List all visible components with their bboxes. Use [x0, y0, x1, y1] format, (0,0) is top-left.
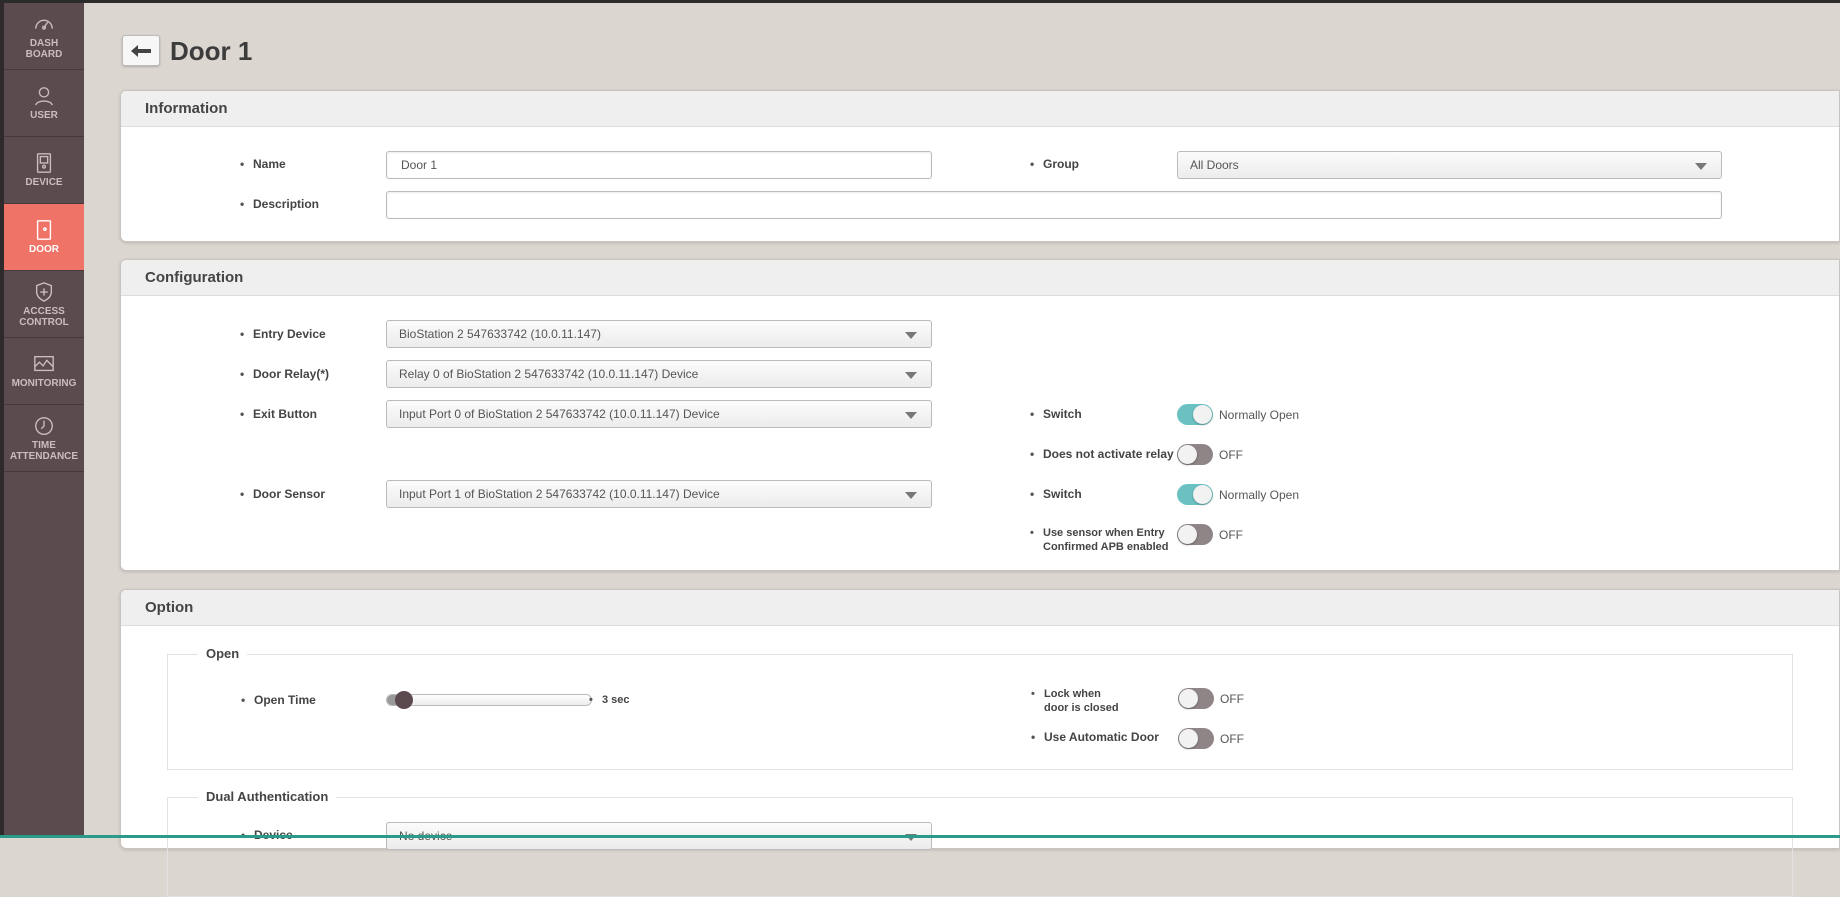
gauge-icon: [35, 19, 53, 30]
door-relay-value: Relay 0 of BioStation 2 547633742 (10.0.…: [399, 367, 699, 381]
entry-device-select[interactable]: BioStation 2 547633742 (10.0.11.147): [386, 320, 932, 348]
entry-device-label: Entry Device: [240, 327, 326, 341]
apb-label-line2: Confirmed APB enabled: [1043, 541, 1169, 553]
information-panel: Information Name Group All Doors Descrip…: [120, 90, 1840, 242]
option-header: Option: [121, 590, 1839, 626]
open-time-slider[interactable]: [386, 691, 592, 709]
open-time-label: Open Time: [241, 693, 316, 707]
lock-label-line1: Lock when: [1044, 688, 1101, 700]
name-label: Name: [240, 157, 286, 171]
information-header: Information: [121, 91, 1839, 127]
open-fieldset: Open Open Time 3 sec Lock when door is cl…: [167, 646, 1793, 770]
user-icon: [35, 87, 53, 106]
door-sensor-select[interactable]: Input Port 1 of BioStation 2 547633742 (…: [386, 480, 932, 508]
window-top-bar: [0, 0, 1840, 3]
shield-plus-icon: [35, 281, 53, 302]
description-label: Description: [240, 197, 319, 211]
name-input[interactable]: [386, 151, 932, 179]
apb-label: Use sensor when Entry Confirmed APB enabl…: [1030, 526, 1169, 554]
exit-button-label: Exit Button: [240, 407, 317, 421]
lock-label: Lock when door is closed: [1031, 687, 1119, 715]
configuration-header: Configuration: [121, 260, 1839, 296]
sidebar-item-dashboard[interactable]: DASH BOARD: [4, 3, 84, 70]
group-label: Group: [1030, 157, 1079, 171]
sidebar-item-access-control[interactable]: ACCESS CONTROL: [4, 271, 84, 338]
exit-switch-toggle[interactable]: [1177, 404, 1213, 425]
no-relay-label: Does not activate relay: [1030, 447, 1174, 461]
open-time-value: 3 sec: [589, 693, 629, 707]
back-button[interactable]: [122, 35, 160, 66]
chevron-down-icon: [905, 372, 917, 379]
sensor-switch-state: Normally Open: [1219, 488, 1300, 502]
dual-auth-fieldset: Dual Authentication Device No device: [167, 789, 1793, 897]
no-relay-state: OFF: [1219, 448, 1243, 462]
lock-label-line2: door is closed: [1044, 702, 1119, 714]
device-icon: [36, 153, 52, 173]
apb-state: OFF: [1219, 528, 1243, 542]
sidebar-item-device[interactable]: DEVICE: [4, 137, 84, 204]
door-relay-select[interactable]: Relay 0 of BioStation 2 547633742 (10.0.…: [386, 360, 932, 388]
no-relay-toggle[interactable]: [1177, 444, 1213, 465]
chevron-down-icon: [905, 492, 917, 499]
group-value: All Doors: [1190, 158, 1239, 172]
door-sensor-value: Input Port 1 of BioStation 2 547633742 (…: [399, 487, 720, 501]
auto-door-state: OFF: [1220, 732, 1244, 746]
exit-switch-state: Normally Open: [1219, 408, 1300, 422]
sidebar-item-user[interactable]: USER: [4, 70, 84, 137]
apb-toggle[interactable]: [1177, 524, 1213, 545]
door-icon: [36, 220, 52, 240]
chevron-down-icon: [905, 332, 917, 339]
arrow-left-icon: [131, 44, 151, 57]
group-select[interactable]: All Doors: [1177, 151, 1722, 179]
open-legend: Open: [198, 646, 248, 661]
exit-button-value: Input Port 0 of BioStation 2 547633742 (…: [399, 407, 720, 421]
sidebar-item-monitoring[interactable]: MONITORING: [4, 338, 84, 405]
sensor-switch-label: Switch: [1030, 487, 1082, 501]
dual-auth-legend: Dual Authentication: [198, 789, 337, 804]
sidebar-item-time-attendance[interactable]: TIME ATTENDANCE: [4, 405, 84, 472]
auto-door-toggle[interactable]: [1178, 728, 1214, 749]
auto-door-label: Use Automatic Door: [1031, 730, 1159, 744]
exit-switch-label: Switch: [1030, 407, 1082, 421]
entry-device-value: BioStation 2 547633742 (10.0.11.147): [399, 327, 601, 341]
description-input[interactable]: [386, 191, 1722, 219]
apb-label-line1: Use sensor when Entry: [1043, 527, 1165, 539]
door-sensor-label: Door Sensor: [240, 487, 325, 501]
clock-icon: [35, 416, 53, 435]
chevron-down-icon: [1695, 163, 1707, 170]
door-relay-label: Door Relay(*): [240, 367, 329, 381]
sidebar: DASH BOARD USER DEVICE DOOR ACCESS CONTR…: [0, 3, 84, 838]
option-panel: Option Open Open Time 3 sec Lock when doo…: [120, 589, 1840, 897]
lock-toggle[interactable]: [1178, 688, 1214, 709]
chevron-down-icon: [905, 412, 917, 419]
sidebar-item-door[interactable]: DOOR: [4, 204, 84, 271]
exit-button-select[interactable]: Input Port 0 of BioStation 2 547633742 (…: [386, 400, 932, 428]
slider-handle[interactable]: [395, 691, 414, 709]
page-title: Door 1: [170, 36, 253, 66]
monitor-icon: [34, 355, 54, 372]
sensor-switch-toggle[interactable]: [1177, 484, 1213, 505]
configuration-panel: Configuration Entry Device BioStation 2 …: [120, 259, 1840, 571]
lock-state: OFF: [1220, 692, 1244, 706]
